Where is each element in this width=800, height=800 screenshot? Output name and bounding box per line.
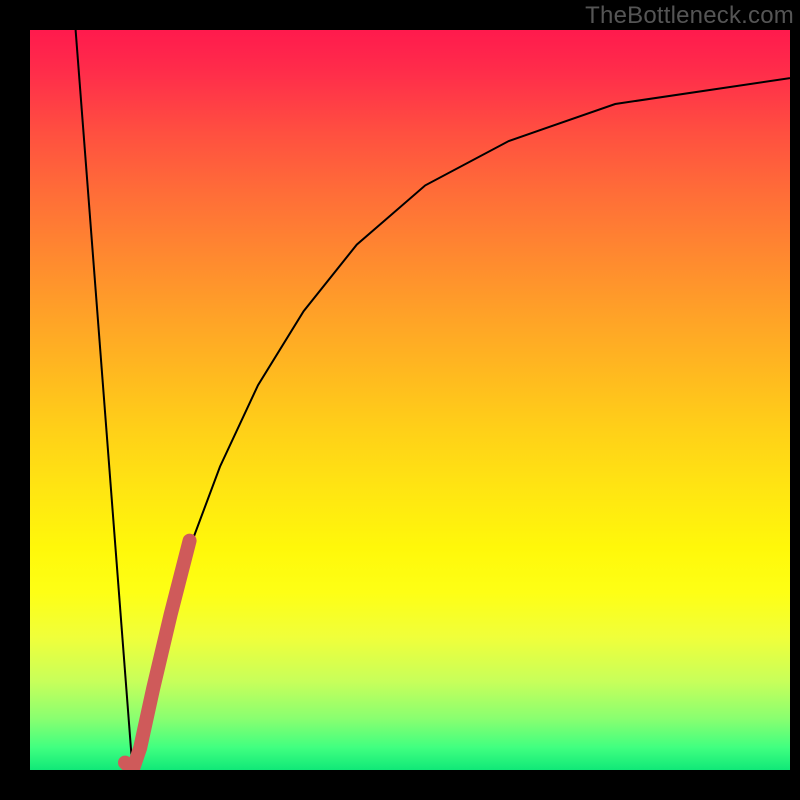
series-right-asymptote: [133, 78, 790, 770]
chart-frame: [30, 30, 790, 770]
chart-curves-svg: [30, 30, 790, 770]
series-left-descend: [76, 30, 133, 770]
series-highlight-hook: [125, 541, 190, 770]
watermark-text: TheBottleneck.com: [585, 2, 794, 30]
